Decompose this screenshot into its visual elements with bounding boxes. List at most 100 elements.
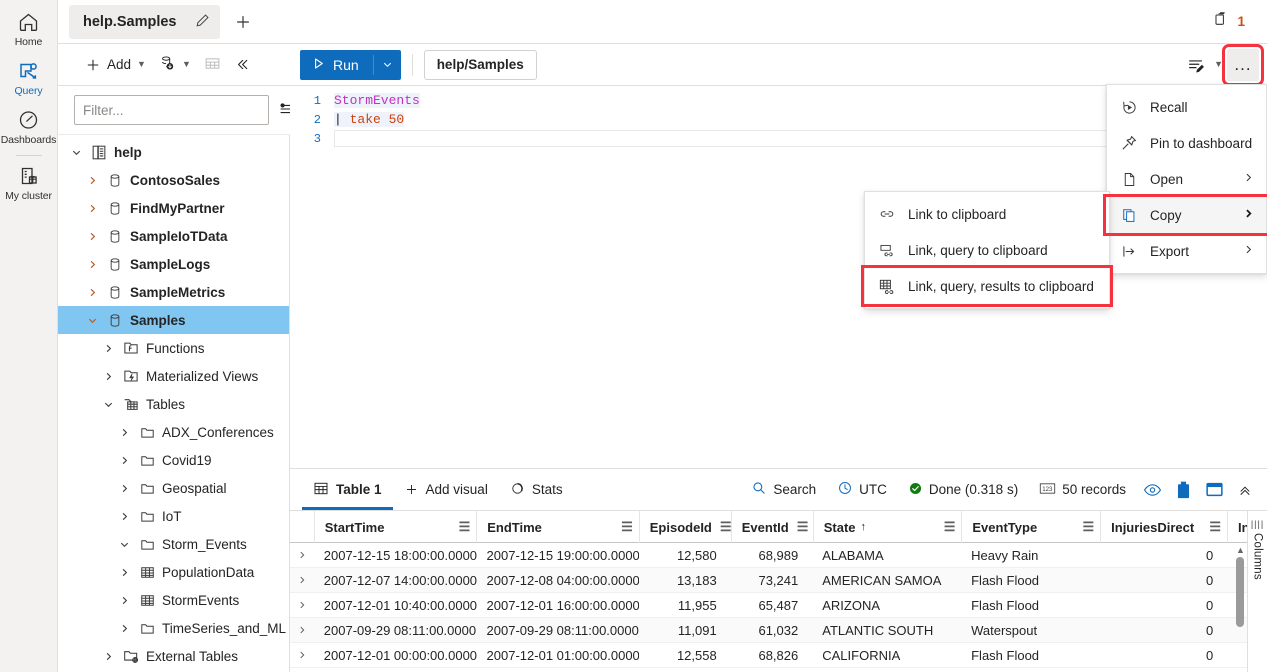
tree-node-contososales[interactable]: ContosoSales (58, 166, 289, 194)
chevron-right-icon[interactable] (116, 511, 132, 522)
tree-node-storm-events[interactable]: Storm_Events (58, 530, 289, 558)
tree-node-help[interactable]: help (58, 138, 289, 166)
column-menu-icon[interactable]: ☰ (936, 519, 956, 535)
tree-node-adx-conferences[interactable]: ADX_Conferences (58, 418, 289, 446)
menu-item-pin-to-dashboard[interactable]: Pin to dashboard (1107, 125, 1266, 161)
pencil-icon[interactable] (194, 12, 211, 32)
chevron-right-icon[interactable] (1229, 208, 1254, 222)
chevron-right-icon[interactable] (116, 595, 132, 606)
menu-item-link-query-results-to-clipboard[interactable]: Link, query, results to clipboard (865, 268, 1109, 304)
chevron-right-icon[interactable] (100, 371, 116, 382)
chevron-down-icon[interactable]: ▼ (182, 60, 191, 69)
tree-node-sampleiotdata[interactable]: SampleIoTData (58, 222, 289, 250)
query-tab-help-samples[interactable]: help.Samples (69, 4, 221, 39)
chevron-right-icon[interactable] (84, 175, 100, 186)
table-row[interactable]: 2007-12-01 10:40:00.0000 2007-12-01 16:00… (290, 593, 1267, 618)
tree-node-functions[interactable]: Functions (58, 334, 289, 362)
open-in-window-icon[interactable] (1200, 476, 1228, 504)
grid-header-episodeid[interactable]: EpisodeId ☰ (638, 511, 732, 543)
grid-header-starttime[interactable]: StartTime ☰ (313, 511, 477, 543)
menu-item-copy[interactable]: Copy (1107, 197, 1266, 233)
grid-vertical-scrollbar[interactable]: ▲ (1236, 545, 1247, 670)
run-button[interactable]: Run (300, 49, 401, 80)
table-row[interactable]: 2007-12-01 00:00:00.0000 2007-12-01 01:00… (290, 643, 1267, 668)
scroll-up-arrow[interactable]: ▲ (1236, 545, 1245, 555)
table-row[interactable]: 2007-09-29 08:11:00.0000 2007-09-29 08:11… (290, 618, 1267, 643)
timezone-button[interactable]: UTC (828, 475, 896, 505)
row-expand-icon[interactable] (290, 568, 314, 592)
tab-table-1[interactable]: Table 1 (302, 469, 393, 510)
sort-ascending-icon[interactable]: ↑ (861, 521, 867, 533)
tree-node-populationdata[interactable]: PopulationData (58, 558, 289, 586)
chevron-right-icon[interactable] (116, 455, 132, 466)
table-row[interactable]: 2007-12-07 14:00:00.0000 2007-12-08 04:00… (290, 568, 1267, 593)
grid-header-state[interactable]: State ↑ ☰ (812, 511, 962, 543)
new-tab-button[interactable] (230, 9, 256, 35)
tab-add-visual[interactable]: Add visual (393, 469, 499, 510)
chevron-down-icon[interactable] (116, 539, 132, 550)
collapse-explorer-button[interactable] (229, 50, 256, 80)
grid-header-eventtype[interactable]: EventType ☰ (961, 511, 1100, 543)
tree-node-timeseries-and-ml[interactable]: TimeSeries_and_ML (58, 614, 289, 642)
tree-node-materialized-views[interactable]: Materialized Views (58, 362, 289, 390)
chevron-right-icon[interactable] (1229, 244, 1254, 258)
menu-item-link-query-to-clipboard[interactable]: Link, query to clipboard (865, 232, 1109, 268)
column-menu-icon[interactable]: ☰ (712, 519, 732, 535)
columns-panel-tab[interactable]: |||| Columns (1247, 511, 1267, 672)
column-menu-icon[interactable]: ☰ (613, 519, 633, 535)
add-button[interactable]: Add ▼ (80, 50, 151, 80)
chevron-right-icon[interactable] (116, 623, 132, 634)
tab-stats[interactable]: Stats (499, 469, 574, 510)
chevron-down-icon[interactable]: ▼ (137, 60, 146, 69)
rail-item-dashboards[interactable]: Dashboards (0, 102, 58, 151)
chevron-right-icon[interactable] (116, 483, 132, 494)
menu-item-recall[interactable]: Recall (1107, 89, 1266, 125)
tree-node-samplelogs[interactable]: SampleLogs (58, 250, 289, 278)
tree-node-external-tables[interactable]: External Tables (58, 642, 289, 670)
tree-node-tables[interactable]: Tables (58, 390, 289, 418)
grid-header-endtime[interactable]: EndTime ☰ (476, 511, 639, 543)
menu-item-link-to-clipboard[interactable]: Link to clipboard (865, 196, 1109, 232)
menu-item-open[interactable]: Open (1107, 161, 1266, 197)
tree-node-iot[interactable]: IoT (58, 502, 289, 530)
query-settings-icon[interactable] (1182, 51, 1210, 79)
chevron-right-icon[interactable] (84, 203, 100, 214)
chevron-right-icon[interactable] (100, 651, 116, 662)
database-context-button[interactable]: help/Samples (423, 49, 537, 80)
chevron-right-icon[interactable] (116, 567, 132, 578)
chevron-right-icon[interactable] (84, 259, 100, 270)
grid-header-injuriesdirect[interactable]: InjuriesDirect ☰ (1100, 511, 1227, 543)
eye-icon[interactable] (1138, 476, 1166, 504)
stacked-pages-icon[interactable] (1211, 11, 1231, 33)
row-expand-icon[interactable] (290, 543, 314, 567)
column-menu-icon[interactable]: ☰ (1201, 519, 1221, 535)
chevron-right-icon[interactable] (100, 343, 116, 354)
tree-node-stormevents[interactable]: StormEvents (58, 586, 289, 614)
column-menu-icon[interactable]: ☰ (1074, 519, 1094, 535)
search-button[interactable]: Search (742, 475, 825, 505)
chevron-double-up-icon[interactable] (1231, 476, 1259, 504)
run-button-main[interactable]: Run (300, 50, 373, 80)
tree-node-samples[interactable]: Samples (58, 306, 289, 334)
connect-cluster-button[interactable]: ▼ (153, 50, 196, 80)
more-options-button[interactable]: ... (1222, 43, 1264, 86)
column-menu-icon[interactable]: ☰ (789, 519, 809, 535)
run-options-caret[interactable] (374, 50, 401, 80)
filter-input[interactable] (74, 95, 269, 125)
rail-item-home[interactable]: Home (0, 4, 58, 53)
chevron-down-icon[interactable] (68, 147, 84, 158)
chevron-right-icon[interactable] (84, 287, 100, 298)
menu-item-export[interactable]: Export (1107, 233, 1266, 269)
clipboard-icon[interactable] (1169, 476, 1197, 504)
row-expand-icon[interactable] (290, 643, 314, 667)
chevron-down-icon[interactable] (100, 399, 116, 410)
tree-node-geospatial[interactable]: Geospatial (58, 474, 289, 502)
grid-header-eventid[interactable]: EventId ☰ (730, 511, 813, 543)
rail-item-query[interactable]: Query (0, 53, 58, 102)
chevron-right-icon[interactable] (84, 231, 100, 242)
row-expand-icon[interactable] (290, 618, 314, 642)
chevron-right-icon[interactable] (1229, 172, 1254, 186)
row-expand-icon[interactable] (290, 593, 314, 617)
tree-node-samplemetrics[interactable]: SampleMetrics (58, 278, 289, 306)
chevron-down-icon[interactable]: ▼ (1214, 60, 1223, 69)
